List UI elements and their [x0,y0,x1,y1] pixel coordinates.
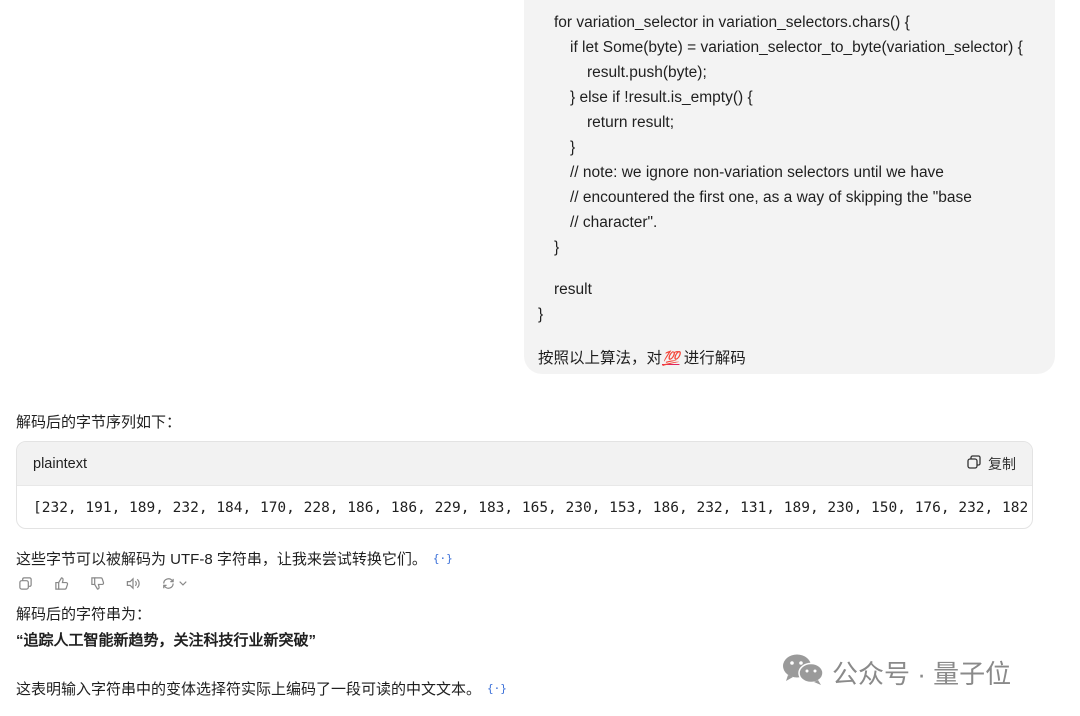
code-block-header: plaintext 复制 [17,442,1032,486]
user-code-line: // encountered the first one, as a way o… [570,189,972,206]
user-code-line: if let Some(byte) = variation_selector_t… [570,39,1023,56]
user-code-line: for variation_selector in variation_sele… [554,14,910,31]
copy-button[interactable]: 复制 [966,454,1016,474]
explain-text: 这些字节可以被解码为 UTF-8 字符串，让我来尝试转换它们。 [16,551,427,568]
question-prefix: 按照以上算法，对 [538,350,663,367]
reference-icon[interactable]: {·} [433,552,453,565]
copy-icon [966,454,982,473]
user-code-line: // note: we ignore non-variation selecto… [570,164,944,181]
user-code-line: result [554,281,592,298]
regenerate-icon[interactable] [160,574,190,592]
watermark: 公众号 · 量子位 [782,652,1011,693]
user-question: 按照以上算法，对💯 进行解码 [538,346,746,368]
message-actions [16,574,190,592]
thumbs-up-icon[interactable] [52,574,70,592]
response-conclusion: 这表明输入字符串中的变体选择符实际上编码了一段可读的中文文本。 {·} [16,678,507,699]
result-label: 解码后的字符串为： [16,606,152,623]
code-content: [232, 191, 189, 232, 184, 170, 228, 186,… [33,499,1029,516]
hundred-points-icon: 💯 [662,350,680,366]
user-code-line: } [538,306,544,323]
response-intro: 解码后的字节序列如下： [16,414,182,431]
code-language-label: plaintext [33,455,88,472]
conclusion-text: 这表明输入字符串中的变体选择符实际上编码了一段可读的中文文本。 [16,681,482,698]
user-code-line: } else if !result.is_empty() { [570,89,753,106]
wechat-icon [782,652,824,693]
copy-message-icon[interactable] [16,574,34,592]
decoded-result: “追踪人工智能新趋势，关注科技行业新突破” [16,632,317,649]
question-suffix: 进行解码 [679,350,746,367]
speaker-icon[interactable] [124,574,142,592]
thumbs-down-icon[interactable] [88,574,106,592]
reference-icon[interactable]: {·} [487,682,507,695]
watermark-text: 公众号 · 量子位 [832,659,1012,689]
user-code-line: result.push(byte); [587,64,707,81]
user-code-line: return result; [587,114,675,131]
copy-label: 复制 [988,455,1016,472]
response-explain: 这些字节可以被解码为 UTF-8 字符串，让我来尝试转换它们。 {·} [16,548,453,569]
user-code-line: } [570,139,576,156]
user-code-line: } [554,239,560,256]
code-block: plaintext 复制 [232, 191, 189, 232, 184, 1… [16,441,1033,529]
user-code-line: // character". [570,214,658,231]
